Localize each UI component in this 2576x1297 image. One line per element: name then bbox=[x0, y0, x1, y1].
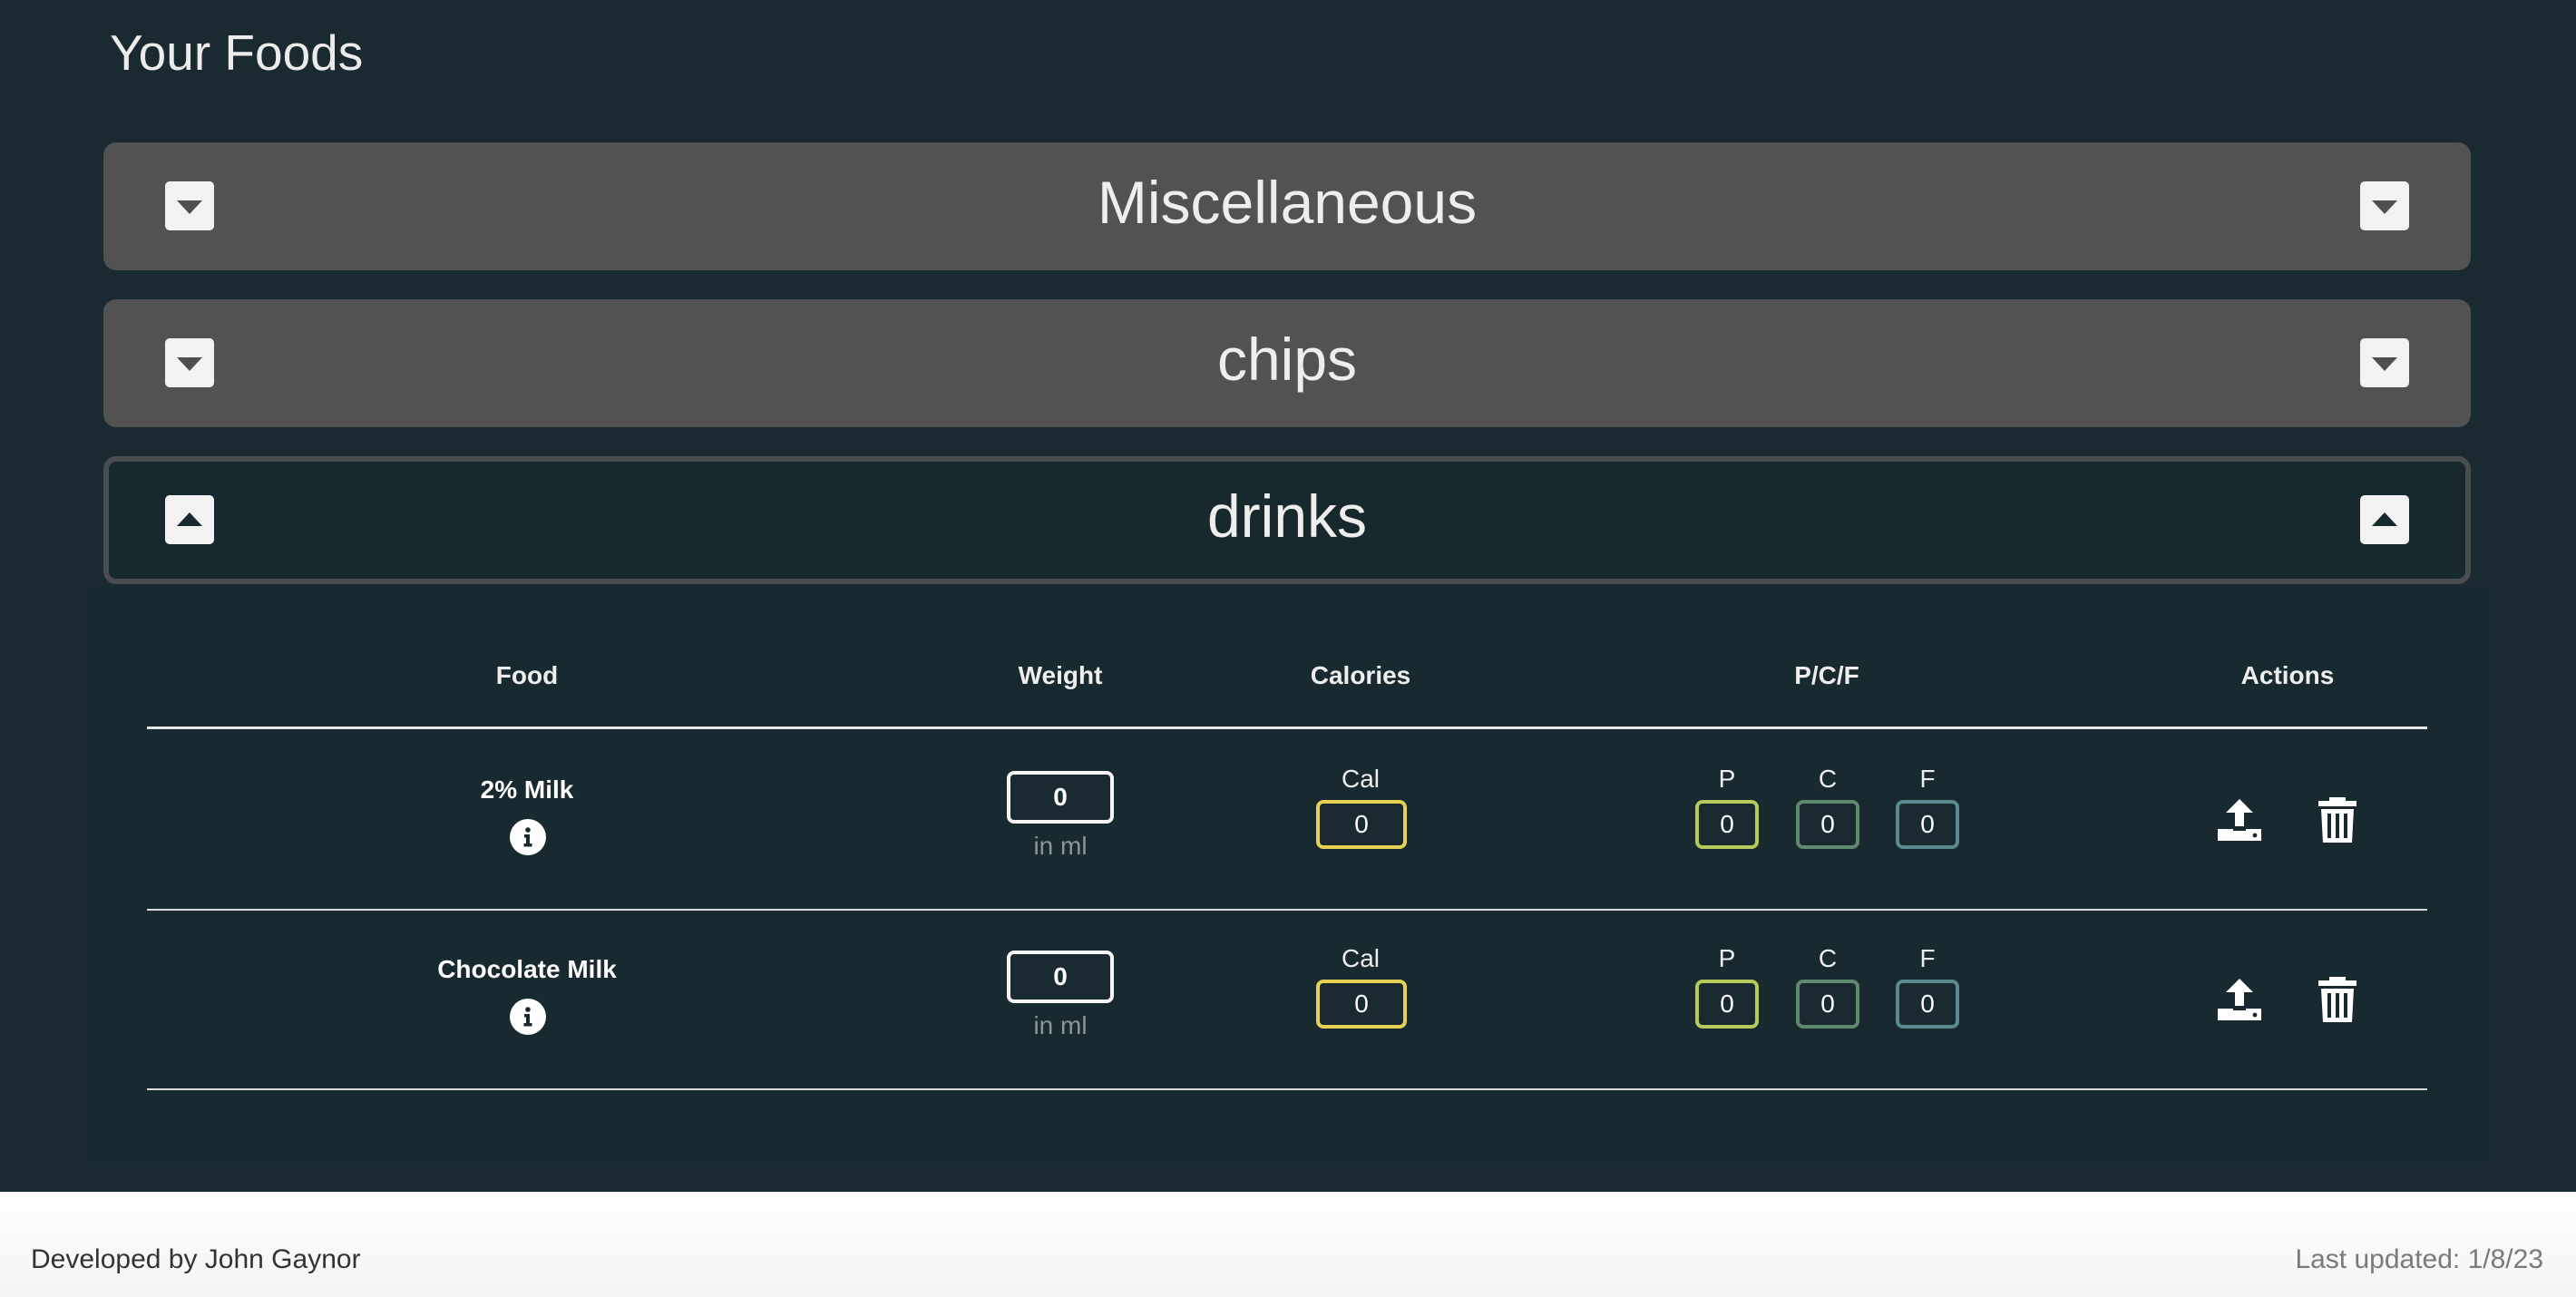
weight-input[interactable] bbox=[1007, 951, 1114, 1003]
upload-button[interactable] bbox=[2213, 794, 2266, 846]
delete-button[interactable] bbox=[2311, 794, 2364, 846]
weight-unit-label: in ml bbox=[1033, 832, 1088, 860]
expand-category-button[interactable] bbox=[2360, 338, 2409, 387]
page-title: Your Foods bbox=[110, 24, 364, 81]
row-divider bbox=[147, 1088, 2427, 1090]
developer-credit: Developed by John Gaynor bbox=[31, 1244, 361, 1274]
weight-input[interactable] bbox=[1007, 771, 1114, 824]
caret-up-icon bbox=[2372, 512, 2397, 526]
fat-input[interactable] bbox=[1896, 800, 1959, 849]
protein-input[interactable] bbox=[1695, 800, 1759, 849]
upload-icon bbox=[2218, 799, 2261, 841]
foods-table: Food Weight Calories P/C/F Actions 2% Mi… bbox=[84, 587, 2493, 1164]
info-icon[interactable] bbox=[510, 999, 546, 1035]
protein-label: P bbox=[1718, 944, 1736, 972]
table-row: 2% Milk in ml Cal P C F bbox=[84, 730, 2493, 910]
category-miscellaneous[interactable]: Miscellaneous bbox=[103, 142, 2471, 270]
caret-down-icon bbox=[2372, 357, 2397, 371]
carbs-label: C bbox=[1818, 944, 1838, 972]
last-updated: Last updated: 1/8/23 bbox=[2295, 1244, 2543, 1274]
expand-category-button[interactable] bbox=[2360, 181, 2409, 230]
category-title: Miscellaneous bbox=[1097, 169, 1478, 236]
protein-label: P bbox=[1718, 765, 1736, 793]
category-chips[interactable]: chips bbox=[103, 299, 2471, 427]
carbs-label: C bbox=[1818, 765, 1838, 793]
caret-down-icon bbox=[2372, 200, 2397, 214]
footer: Developed by John Gaynor Last updated: 1… bbox=[0, 1192, 2576, 1297]
delete-button[interactable] bbox=[2311, 973, 2364, 1026]
calories-input[interactable] bbox=[1316, 800, 1407, 849]
calories-label: Cal bbox=[1341, 944, 1381, 972]
table-header: Food Weight Calories P/C/F Actions bbox=[84, 661, 2493, 707]
header-divider bbox=[147, 727, 2427, 729]
food-name: Chocolate Milk bbox=[437, 955, 617, 983]
calories-label: Cal bbox=[1341, 765, 1381, 793]
column-header-calories: Calories bbox=[1310, 661, 1411, 689]
calories-input[interactable] bbox=[1316, 980, 1407, 1029]
category-drinks[interactable]: drinks bbox=[103, 456, 2471, 584]
fat-input[interactable] bbox=[1896, 980, 1959, 1029]
table-row: Chocolate Milk in ml Cal P C F bbox=[84, 910, 2493, 1089]
column-header-actions: Actions bbox=[2240, 661, 2335, 689]
column-header-weight: Weight bbox=[1018, 661, 1103, 689]
carbs-input[interactable] bbox=[1796, 800, 1859, 849]
protein-input[interactable] bbox=[1695, 980, 1759, 1029]
collapse-category-button[interactable] bbox=[2360, 495, 2409, 544]
column-header-pcf: P/C/F bbox=[1794, 661, 1859, 689]
trash-icon bbox=[2318, 797, 2356, 843]
upload-icon bbox=[2218, 979, 2261, 1020]
weight-unit-label: in ml bbox=[1033, 1011, 1088, 1039]
column-header-food: Food bbox=[495, 661, 559, 689]
trash-icon bbox=[2318, 977, 2356, 1022]
upload-button[interactable] bbox=[2213, 973, 2266, 1026]
category-title: chips bbox=[1216, 326, 1358, 393]
fat-label: F bbox=[1919, 765, 1936, 793]
carbs-input[interactable] bbox=[1796, 980, 1859, 1029]
category-title: drinks bbox=[1206, 483, 1368, 550]
fat-label: F bbox=[1919, 944, 1936, 972]
food-name: 2% Milk bbox=[480, 775, 574, 804]
info-icon[interactable] bbox=[510, 819, 546, 855]
